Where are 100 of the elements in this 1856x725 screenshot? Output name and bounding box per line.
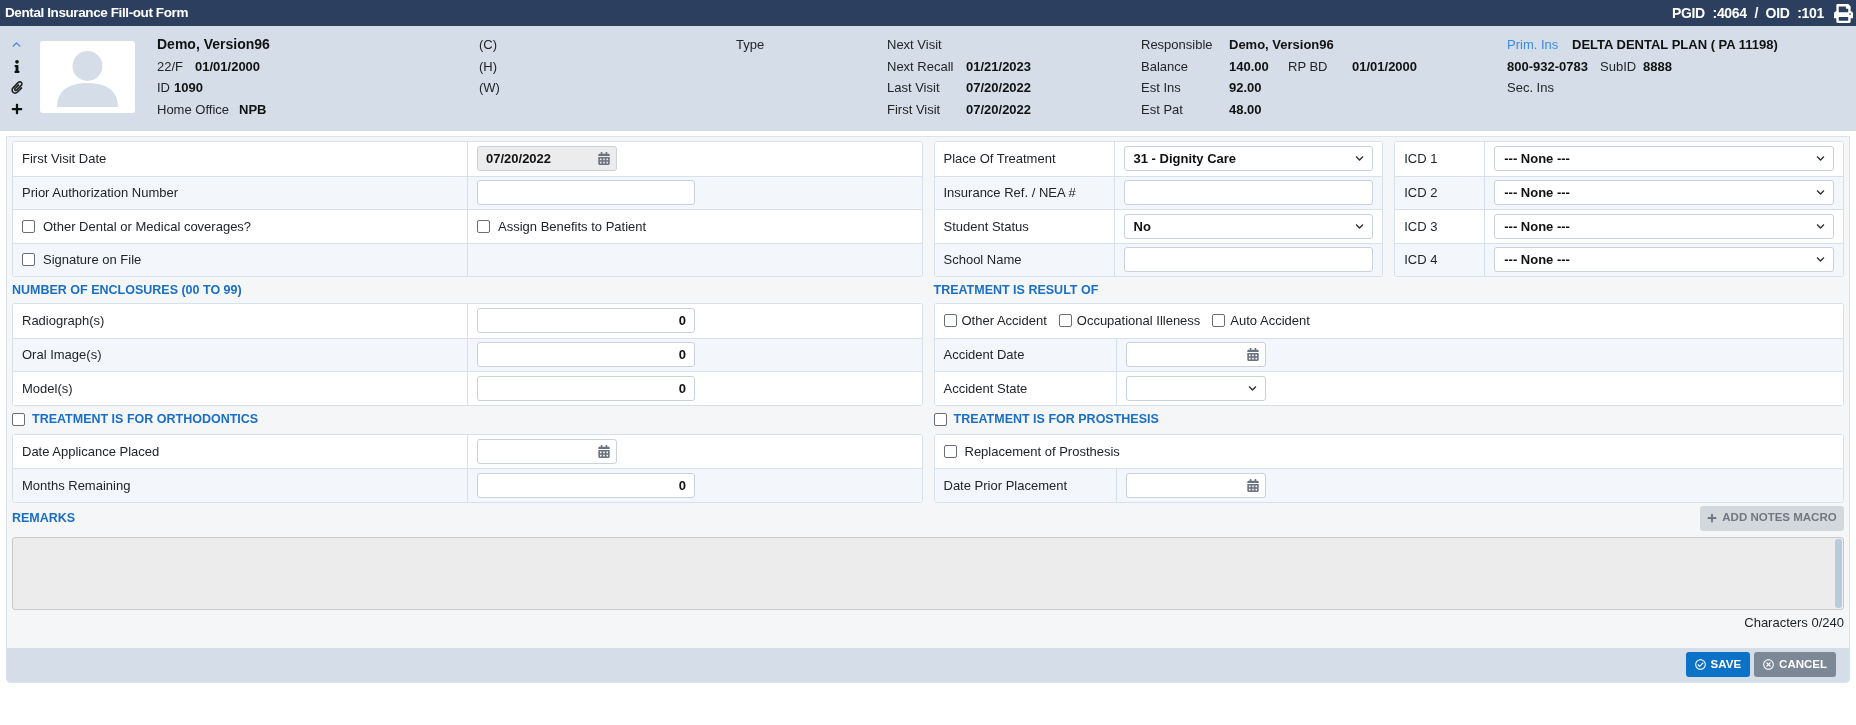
field-label: Date Prior Placement (943, 476, 1068, 495)
rp-bd-value: 01/01/2000 (1352, 57, 1418, 76)
checkbox[interactable] (477, 219, 490, 233)
checkbox-label: Replacement of Prosthesis (964, 442, 1120, 461)
field-label: ICD 1 (1404, 150, 1438, 168)
phone-label: (W) (479, 79, 500, 97)
select-field[interactable]: --- None --- (1494, 213, 1834, 239)
number-field[interactable]: 0 (477, 342, 695, 368)
checkbox[interactable] (933, 413, 947, 426)
patient-name: Demo, Version96 (157, 35, 270, 55)
plus-icon[interactable] (10, 103, 23, 116)
text-field[interactable] (1123, 247, 1374, 273)
paperclip-icon[interactable] (10, 81, 23, 95)
field-label: ICD 3 (1404, 217, 1438, 236)
number-field[interactable]: 0 (477, 375, 695, 401)
section-heading: NUMBER OF ENCLOSURES (00 TO 99) (12, 281, 242, 299)
checkbox-label: Occupational Illeness (1076, 312, 1201, 330)
field-label: First Visit Date (22, 150, 107, 168)
calendar-icon (1246, 478, 1259, 492)
scrollbar[interactable] (1835, 538, 1842, 608)
chevron-down-icon (1355, 154, 1365, 164)
visit-label: Next Visit (887, 36, 943, 54)
save-button[interactable]: SAVE (1685, 652, 1751, 677)
field-label: School Name (943, 251, 1022, 269)
checkbox-label: Auto Accident (1230, 312, 1310, 330)
account-value: 48.00 (1229, 100, 1263, 119)
checkbox[interactable] (22, 219, 35, 233)
chevron-down-icon (1816, 255, 1825, 265)
select-field[interactable]: --- None --- (1494, 247, 1834, 273)
date-field[interactable] (1125, 472, 1266, 498)
plus-icon (1707, 513, 1718, 523)
checkbox[interactable] (943, 444, 957, 458)
field-label: Insurance Ref. / NEA # (943, 184, 1076, 202)
chevron-down-icon (1816, 154, 1825, 164)
field-label: Accident Date (943, 346, 1025, 364)
text-field[interactable] (1123, 180, 1374, 206)
secondary-insurance-label: Sec. Ins (1507, 79, 1554, 97)
phone-label: (C) (479, 36, 498, 54)
date-field[interactable] (477, 438, 617, 464)
visit-label: Next Recall (887, 57, 955, 76)
number-field[interactable]: 0 (477, 472, 695, 498)
account-value: Demo, Version96 (1229, 36, 1334, 54)
remarks-field[interactable] (12, 536, 1844, 610)
field-label: Oral Image(s) (22, 346, 102, 364)
chevron-down-icon (1355, 221, 1365, 231)
patient-age-sex: 22/F (157, 57, 183, 76)
cancel-button[interactable]: CANCEL (1754, 652, 1836, 677)
checkbox[interactable] (1212, 314, 1226, 328)
visit-date: 01/21/2023 (966, 57, 1032, 76)
checkbox[interactable] (12, 413, 25, 426)
account-label: Responsible (1141, 36, 1214, 54)
select-field[interactable]: --- None --- (1494, 146, 1834, 172)
field-label: Model(s) (22, 379, 73, 398)
checkbox-label: Assign Benefits to Patient (498, 217, 647, 236)
date-field[interactable] (1125, 342, 1266, 368)
patient-dob: 01/01/2000 (195, 57, 261, 76)
account-label: Balance (1141, 57, 1189, 76)
field-label: Months Remaining (22, 476, 131, 495)
visit-label: First Visit (887, 100, 942, 119)
field-label: Accident State (943, 379, 1028, 398)
phone-label: (H) (479, 57, 498, 76)
section-heading: TREATMENT IS FOR ORTHODONTICS (32, 411, 259, 429)
checkbox[interactable] (1058, 314, 1072, 328)
office-label: Home Office (157, 100, 229, 119)
calendar-icon (598, 152, 610, 166)
insurance-phone: 800-932-0783 (1507, 57, 1589, 76)
insurance-name: DELTA DENTAL PLAN ( PA 11198) (1572, 36, 1778, 54)
field-label: Prior Authorization Number (22, 184, 179, 202)
calendar-icon (1246, 348, 1259, 362)
visit-label: Last Visit (887, 79, 941, 97)
field-label: Place Of Treatment (943, 150, 1056, 168)
patient-id: 1090 (174, 79, 203, 97)
checkbox[interactable] (22, 253, 35, 267)
checkbox[interactable] (943, 314, 957, 328)
account-value: 92.00 (1229, 79, 1263, 97)
visit-date: 07/20/2022 (966, 100, 1032, 119)
visit-date: 07/20/2022 (966, 79, 1032, 97)
character-counter: Characters 0/240 (1744, 613, 1844, 632)
text-field[interactable] (477, 180, 695, 206)
id-label: ID (157, 79, 170, 97)
window-title: Dental Insurance Fill-out Form (5, 3, 189, 22)
subid-value: 8888 (1643, 57, 1672, 76)
type-label: Type (736, 36, 765, 54)
field-label: ICD 4 (1404, 251, 1438, 269)
number-field[interactable]: 0 (477, 308, 695, 334)
field-label: Radiograph(s) (22, 312, 105, 330)
section-heading: TREATMENT IS FOR PROSTHESIS (953, 411, 1159, 429)
select-field[interactable]: --- None --- (1494, 180, 1834, 206)
select-field[interactable] (1125, 375, 1266, 401)
checkbox-label: Signature on File (43, 251, 142, 269)
select-field[interactable]: No (1123, 213, 1374, 239)
section-heading: TREATMENT IS RESULT OF (933, 281, 1099, 299)
chevron-down-icon (1816, 221, 1825, 231)
office-value: NPB (239, 100, 267, 119)
account-label: Est Ins (1141, 79, 1182, 97)
select-field[interactable]: 31 - Dignity Care (1123, 146, 1374, 172)
print-icon[interactable] (1833, 3, 1854, 23)
section-heading: REMARKS (12, 509, 76, 527)
checkbox-label: Other Dental or Medical coverages? (43, 217, 252, 236)
info-icon[interactable] (13, 59, 20, 73)
